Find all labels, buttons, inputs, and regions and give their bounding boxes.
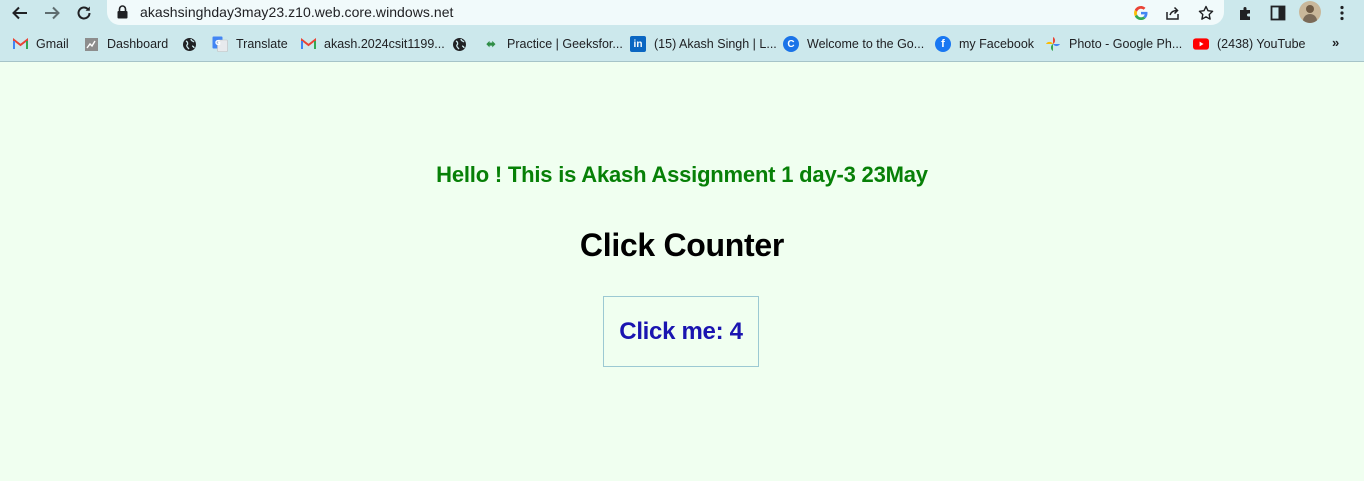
geeksforgeeks-icon: ⬌ <box>485 37 497 51</box>
linkedin-icon: in <box>630 36 646 52</box>
puzzle-icon <box>1240 7 1250 20</box>
globe-icon <box>451 36 467 52</box>
bookmark-label: akash.2024csit1199... <box>324 37 445 51</box>
reload-icon <box>77 6 91 20</box>
bookmark-label: my Facebook <box>959 37 1035 51</box>
bookmark-label: Photo - Google Ph... <box>1069 37 1183 51</box>
bookmark-google-photos[interactable]: Photo - Google Ph... <box>1045 35 1182 53</box>
svg-text:G: G <box>215 39 221 47</box>
forward-button[interactable] <box>39 1 65 25</box>
profile-avatar[interactable] <box>1299 1 1321 23</box>
extensions-button[interactable] <box>1233 1 1259 25</box>
back-button[interactable] <box>7 1 33 25</box>
bookmark-label: (15) Akash Singh | L... <box>654 37 777 51</box>
star-icon[interactable] <box>1196 3 1216 23</box>
youtube-icon <box>1193 36 1209 52</box>
bookmark-globe-1[interactable] <box>181 35 205 53</box>
bookmarks-overflow-button[interactable]: » <box>1332 35 1339 50</box>
facebook-icon: f <box>935 36 951 52</box>
lock-icon <box>117 5 128 19</box>
bookmark-gmail[interactable]: Gmail <box>12 35 69 53</box>
bookmark-linkedin[interactable]: in (15) Akash Singh | L... <box>630 35 777 53</box>
side-panel-icon <box>1270 5 1286 21</box>
bookmark-youtube[interactable]: (2438) YouTube <box>1193 35 1306 53</box>
dashboard-icon <box>83 36 99 52</box>
bookmark-dashboard[interactable]: Dashboard <box>83 35 168 53</box>
reload-button[interactable] <box>71 1 97 25</box>
bookmark-globe-2[interactable] <box>451 35 475 53</box>
click-counter-button[interactable]: Click me: 4 <box>603 296 759 367</box>
share-icon[interactable] <box>1163 3 1183 23</box>
menu-button[interactable] <box>1329 1 1355 25</box>
bookmark-akash-gmail[interactable]: akash.2024csit1199... <box>300 35 445 53</box>
globe-icon <box>181 36 197 52</box>
bookmark-translate[interactable]: G Translate <box>212 35 288 53</box>
browser-toolbar: akashsinghday3may23.z10.web.core.windows… <box>0 0 1364 27</box>
bookmark-geeksforgeeks[interactable]: ⬌ Practice | Geeksfor... <box>483 35 623 53</box>
url-text: akashsinghday3may23.z10.web.core.windows… <box>140 4 454 20</box>
gmail-icon <box>300 36 316 52</box>
greeting-heading: Hello ! This is Akash Assignment 1 day-3… <box>436 162 928 187</box>
arrow-right-icon <box>45 6 60 20</box>
address-bar[interactable]: akashsinghday3may23.z10.web.core.windows… <box>107 0 1224 25</box>
kebab-menu-icon <box>1340 5 1344 21</box>
bookmark-label: Welcome to the Go... <box>807 37 925 51</box>
translate-icon: G <box>212 36 228 52</box>
google-photos-icon <box>1045 36 1061 52</box>
bookmark-label: Gmail <box>36 37 69 51</box>
bookmark-label: Practice | Geeksfor... <box>507 37 623 51</box>
arrow-left-icon <box>12 6 27 20</box>
bookmark-label: Dashboard <box>107 37 169 51</box>
bookmark-label: Translate <box>236 37 288 51</box>
bookmark-label: (2438) YouTube <box>1217 37 1306 51</box>
bookmark-facebook[interactable]: f my Facebook <box>935 35 1034 53</box>
page-title: Click Counter <box>579 227 785 263</box>
bookmark-welcome[interactable]: C Welcome to the Go... <box>783 35 924 53</box>
side-panel-button[interactable] <box>1265 1 1291 25</box>
gmail-icon <box>12 36 28 52</box>
c-logo-icon: C <box>783 36 799 52</box>
google-icon[interactable] <box>1131 3 1151 23</box>
bookmarks-bar: Gmail Dashboard G Translate akash.2024cs… <box>0 27 1364 62</box>
